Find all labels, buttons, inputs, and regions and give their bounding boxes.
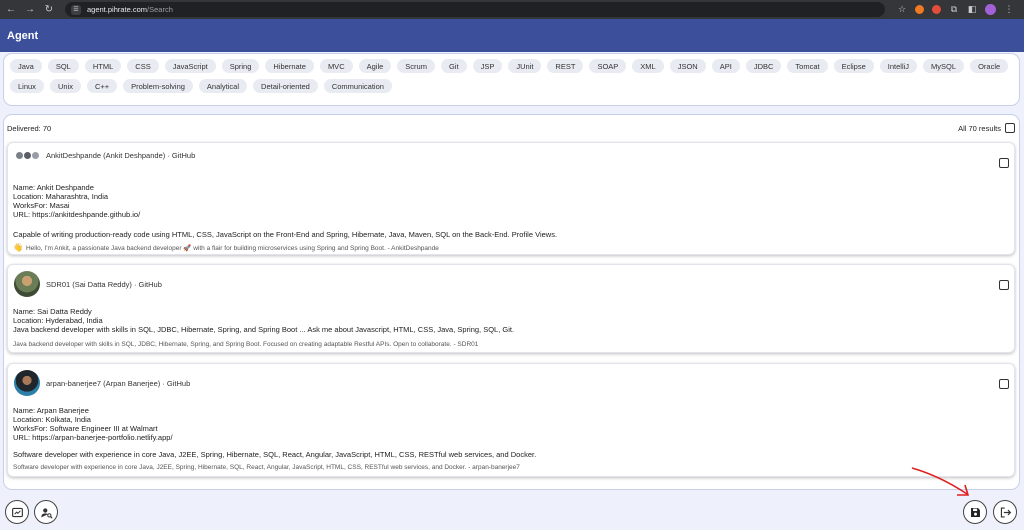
skill-chip[interactable]: Tomcat: [787, 59, 828, 73]
skill-chip[interactable]: Agile: [358, 59, 392, 73]
results-panel: Delivered: 70 All 70 results AnkitDeshpa…: [3, 114, 1020, 490]
address-bar[interactable]: ☰ agent.pihrate.com/Search: [65, 2, 885, 17]
skill-chip[interactable]: Spring: [221, 59, 260, 73]
skill-chip[interactable]: Detail-oriented: [253, 79, 318, 93]
delivered-count: Delivered: 70: [7, 123, 52, 133]
card-snippet: Java backend developer with skills in SQ…: [13, 341, 479, 348]
skill-chip[interactable]: CSS: [127, 59, 159, 73]
card-line: Java backend developer with skills in SQ…: [13, 325, 515, 334]
skill-chip[interactable]: MySQL: [923, 59, 965, 73]
skill-chip[interactable]: JavaScript: [164, 59, 216, 73]
skills-filter-panel: Java SQL HTML CSS JavaScript Spring Hibernate M…: [3, 53, 1020, 106]
app-title: Agent: [7, 29, 39, 42]
card-snippet: Software developer with experience in co…: [13, 464, 520, 471]
avatar: [14, 149, 40, 161]
user-search-button[interactable]: [34, 500, 58, 524]
card-description: Software developer with experience in co…: [13, 450, 537, 459]
card-line: Location: Kolkata, India: [13, 415, 91, 424]
bookmark-star-icon[interactable]: ☆: [897, 4, 907, 15]
skill-chip[interactable]: Problem-solving: [123, 79, 193, 93]
skill-chip[interactable]: C++: [86, 79, 118, 93]
wave-emoji-icon: 👋: [13, 243, 23, 252]
save-button[interactable]: [963, 500, 987, 524]
all-results-label: All 70 results: [958, 123, 1001, 133]
card-line: Name: Ankit Deshpande: [13, 183, 94, 192]
skill-chip[interactable]: JSON: [669, 59, 706, 73]
logout-button[interactable]: [993, 500, 1017, 524]
card-title[interactable]: SDR01 (Sai Datta Reddy) · GitHub: [46, 280, 162, 289]
profile-avatar-icon[interactable]: [985, 4, 996, 15]
skill-chip[interactable]: Unix: [49, 79, 81, 93]
card-title[interactable]: AnkitDeshpande (Ankit Deshpande) · GitHu…: [46, 151, 195, 160]
skill-chip[interactable]: Linux: [10, 79, 44, 93]
card-snippet: Hello, I'm Ankit, a passionate Java back…: [25, 244, 439, 252]
skill-chip[interactable]: JSP: [472, 59, 503, 73]
dashboard-icon: [11, 507, 23, 517]
skill-chip[interactable]: HTML: [84, 59, 122, 73]
skill-chip[interactable]: SQL: [47, 59, 79, 73]
browser-toolbar: ← → ↻ ☰ agent.pihrate.com/Search ☆ ⧉ ◧ ⋮: [0, 0, 1024, 19]
avatar-icon: [15, 151, 23, 159]
logout-icon: [1000, 506, 1011, 518]
app-header: Agent: [0, 19, 1024, 52]
skill-chip[interactable]: Scrum: [397, 59, 435, 73]
card-line: Name: Sai Datta Reddy: [13, 307, 92, 316]
card-description: Capable of writing production-ready code…: [13, 230, 558, 239]
skill-chip[interactable]: Oracle: [970, 59, 1009, 73]
avatar-icon: [31, 151, 39, 159]
back-icon[interactable]: ←: [3, 2, 19, 18]
avatar: [14, 370, 40, 396]
avatar-icon: [23, 151, 31, 159]
skill-chip[interactable]: Analytical: [198, 79, 248, 93]
card-line: Location: Hyderabad, India: [13, 316, 103, 325]
site-info-icon[interactable]: ☰: [71, 4, 81, 15]
side-panel-icon[interactable]: ◧: [967, 4, 977, 15]
avatar: [14, 271, 40, 297]
skill-chip[interactable]: Java: [10, 59, 42, 73]
skill-chip[interactable]: XML: [632, 59, 664, 73]
result-card: arpan-banerjee7 (Arpan Banerjee) · GitHu…: [7, 363, 1015, 477]
skill-chip[interactable]: MVC: [319, 59, 353, 73]
select-all-checkbox[interactable]: [1005, 123, 1015, 133]
url-text: agent.pihrate.com/Search: [87, 5, 173, 14]
card-select-checkbox[interactable]: [999, 379, 1009, 389]
card-line: WorksFor: Masai: [13, 201, 70, 210]
skill-chip[interactable]: Git: [440, 59, 467, 73]
card-line: Name: Arpan Banerjee: [13, 406, 89, 415]
skill-chip[interactable]: JUnit: [508, 59, 542, 73]
reload-icon[interactable]: ↻: [41, 2, 57, 18]
result-card: SDR01 (Sai Datta Reddy) · GitHub Name: S…: [7, 264, 1015, 353]
card-line: WorksFor: Software Engineer III at Walma…: [13, 424, 158, 433]
menu-kebab-icon[interactable]: ⋮: [1004, 4, 1014, 15]
skill-chip[interactable]: Hibernate: [265, 59, 314, 73]
skill-chip[interactable]: REST: [547, 59, 584, 73]
forward-icon[interactable]: →: [22, 2, 38, 18]
skill-chip[interactable]: Eclipse: [833, 59, 874, 73]
skill-chip[interactable]: API: [711, 59, 740, 73]
result-card: AnkitDeshpande (Ankit Deshpande) · GitHu…: [7, 142, 1015, 255]
dashboard-button[interactable]: [5, 500, 29, 524]
card-select-checkbox[interactable]: [999, 280, 1009, 290]
card-line: URL: https://ankitdeshpande.github.io/: [13, 210, 141, 219]
skill-chip[interactable]: Communication: [323, 79, 392, 93]
extensions-puzzle-icon[interactable]: ⧉: [949, 4, 959, 15]
skill-chip[interactable]: JDBC: [745, 59, 782, 73]
save-icon: [970, 507, 980, 517]
extension-icon[interactable]: [915, 5, 924, 14]
card-title[interactable]: arpan-banerjee7 (Arpan Banerjee) · GitHu…: [46, 379, 190, 388]
card-select-checkbox[interactable]: [999, 158, 1009, 168]
skill-chip[interactable]: IntelliJ: [879, 59, 918, 73]
skill-chip[interactable]: SOAP: [589, 59, 627, 73]
user-search-icon: [40, 507, 53, 519]
card-line: Location: Maharashtra, India: [13, 192, 109, 201]
extension-icon[interactable]: [932, 5, 941, 14]
card-line: URL: https://arpan-banerjee-portfolio.ne…: [13, 433, 173, 442]
